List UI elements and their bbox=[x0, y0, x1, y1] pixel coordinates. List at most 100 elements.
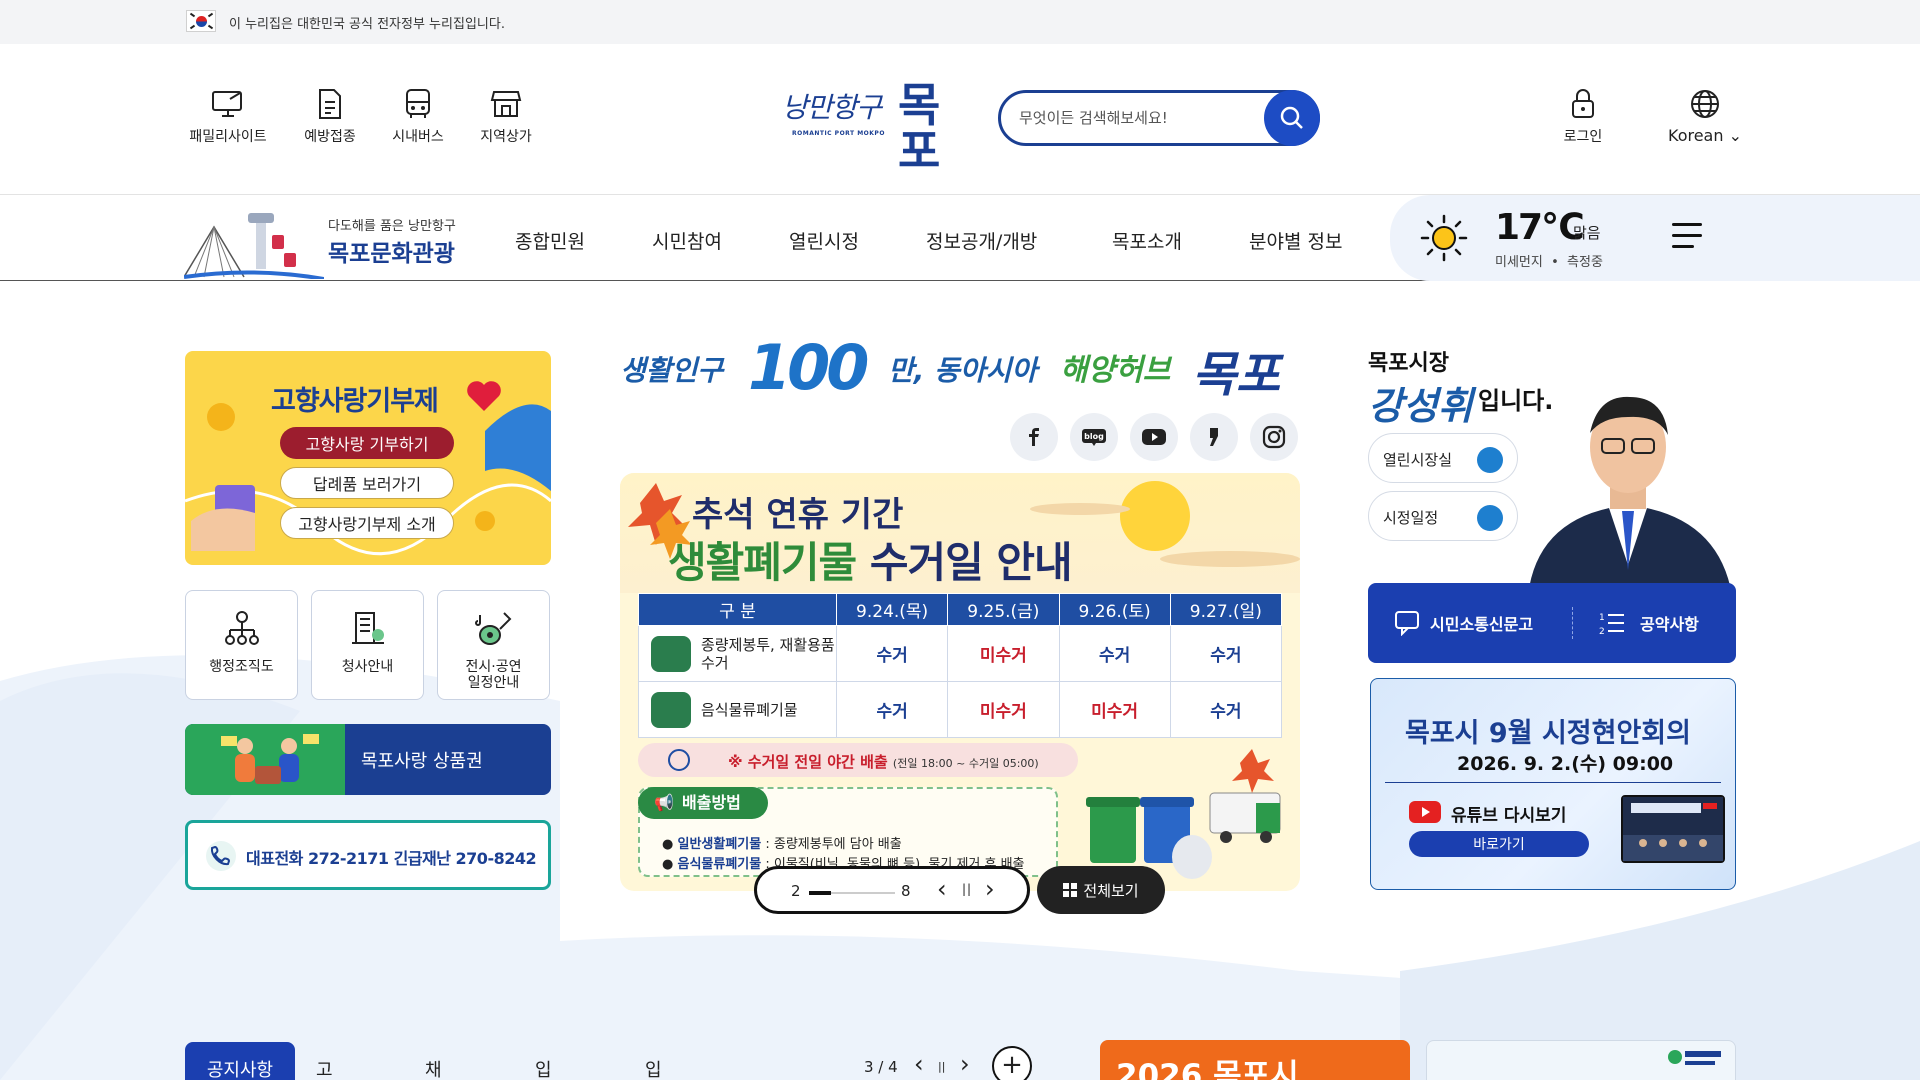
search-input[interactable] bbox=[1019, 106, 1249, 130]
phone-banner: 대표전화 272-2171 긴급재난 270-8242 bbox=[185, 820, 551, 890]
weather-dust: 미세먼지 • 측정중 bbox=[1495, 255, 1603, 270]
tour-link[interactable]: 다도해를 품은 낭만항구 목포문화관광 bbox=[184, 207, 484, 279]
people-illustration-icon bbox=[221, 734, 319, 784]
util-label: 시내버스 bbox=[392, 129, 444, 145]
pause-icon[interactable]: || bbox=[962, 882, 972, 896]
promo-card-right[interactable] bbox=[1426, 1040, 1736, 1080]
tab-announcement[interactable]: 고시공고 bbox=[316, 1042, 333, 1080]
voucher-banner[interactable]: 목포사랑 상품권 bbox=[185, 724, 551, 795]
speech-bubble-icon bbox=[1395, 611, 1419, 636]
tower-illustration-icon bbox=[184, 213, 324, 279]
gov-banner-text[interactable]: 이 누리집은 대한민국 공식 전자정부 누리집입니다. bbox=[229, 13, 505, 32]
sun-icon bbox=[1420, 214, 1468, 262]
meeting-banner: 목포시 9월 시정현안회의 2026. 9. 2.(수) 09:00 유튜브 다… bbox=[1370, 678, 1736, 890]
pledges-link[interactable]: 공약사항 bbox=[1640, 611, 1699, 635]
collection-schedule-table: 구 분 9.24.(목) 9.25.(금) 9.26.(토) 9.27.(일) … bbox=[638, 593, 1283, 738]
table-cell: 수거 bbox=[835, 625, 949, 682]
table-row: 음식물류폐기물 수거 미수거 미수거 수거 bbox=[638, 681, 1283, 738]
table-header: 9.27.(일) bbox=[1169, 593, 1283, 626]
util-family-site[interactable]: 패밀리사이트 bbox=[183, 86, 273, 146]
facebook-icon[interactable] bbox=[1010, 413, 1058, 461]
open-mayor-office-link[interactable]: 열린시장실 bbox=[1368, 433, 1518, 483]
menu-participation[interactable]: 시민참여 bbox=[652, 227, 722, 254]
tab-legislation[interactable]: 입법예고 bbox=[535, 1042, 552, 1080]
util-label: 예방접종 bbox=[304, 129, 356, 145]
table-header: 구 분 bbox=[638, 593, 837, 626]
civic-links-bar: 시민소통신문고 12 공약사항 bbox=[1368, 583, 1736, 663]
promo-card-2026[interactable]: 2026 목포시 bbox=[1100, 1040, 1410, 1080]
korea-flag-icon bbox=[186, 10, 216, 32]
more-plus-button[interactable]: + bbox=[992, 1046, 1032, 1080]
util-vaccination[interactable]: 예방접종 bbox=[285, 86, 375, 146]
slider-pager: 2 8 ‹ || › bbox=[754, 866, 1030, 914]
blog-icon[interactable]: blog bbox=[1070, 413, 1118, 461]
language-select[interactable]: Korean ⌄ bbox=[1650, 86, 1760, 145]
method-line: ● 일반생활폐기물 : 종량제봉투에 담아 배출 bbox=[662, 837, 902, 852]
guitar-icon bbox=[474, 612, 511, 645]
mayor-schedule-link[interactable]: 시정일정 bbox=[1368, 491, 1518, 541]
donation-intro-button[interactable]: 고향사랑기부제 소개 bbox=[280, 507, 454, 539]
tour-title: 목포문화관광 bbox=[328, 241, 455, 267]
recycle-bag-icon bbox=[651, 636, 691, 672]
slogan-part3: 해양허브 bbox=[1060, 353, 1171, 388]
row-label: 음식물류폐기물 bbox=[638, 681, 837, 738]
quick-building[interactable]: 청사안내 bbox=[311, 590, 424, 700]
search-button[interactable] bbox=[1264, 90, 1320, 146]
kakao-story-icon[interactable] bbox=[1190, 413, 1238, 461]
quick-org-chart[interactable]: 행정조직도 bbox=[185, 590, 298, 700]
util-label: 패밀리사이트 bbox=[189, 129, 267, 145]
menu-info-open[interactable]: 정보공개/개방 bbox=[926, 227, 1037, 254]
menu-about[interactable]: 목포소개 bbox=[1112, 227, 1182, 254]
instagram-icon[interactable] bbox=[1250, 413, 1298, 461]
next-arrow-icon[interactable]: › bbox=[985, 875, 995, 903]
tabs-next-icon[interactable]: › bbox=[960, 1050, 970, 1078]
menu-civil[interactable]: 종합민원 bbox=[515, 227, 585, 254]
slogan-number: 100 bbox=[748, 331, 869, 404]
tab-recruitment[interactable]: 채용공고 bbox=[425, 1042, 442, 1080]
alarm-clock-icon bbox=[668, 749, 690, 771]
phone-label: 대표전화 272-2171 긴급재난 270-8242 bbox=[246, 849, 537, 868]
arrow-up-right-icon bbox=[1477, 505, 1503, 531]
mayor-name: 강성휘 bbox=[1368, 383, 1473, 428]
util-label: 지역상가 bbox=[480, 129, 532, 145]
meeting-thumbnail[interactable] bbox=[1621, 795, 1725, 863]
prev-arrow-icon[interactable]: ‹ bbox=[937, 875, 947, 903]
row-label: 종량제봉투, 재활용품 수거 bbox=[638, 625, 837, 682]
view-all-button[interactable]: 전체보기 bbox=[1037, 866, 1165, 914]
meeting-title: 목포시 9월 시정현안회의 bbox=[1405, 718, 1691, 749]
login-button[interactable]: 로그인 bbox=[1538, 86, 1628, 146]
util-local-stores[interactable]: 지역상가 bbox=[461, 86, 551, 146]
civic-petition-link[interactable]: 시민소통신문고 bbox=[1430, 611, 1533, 635]
menu-open-admin[interactable]: 열린시정 bbox=[789, 227, 859, 254]
tab-notice[interactable]: 공지사항 bbox=[185, 1042, 295, 1080]
main-slider-banner[interactable]: 추석 연휴 기간 생활폐기물 수거일 안내 구 분 9.24.(목) 9.25.… bbox=[620, 473, 1300, 891]
tabs-pause-icon[interactable]: || bbox=[938, 1060, 945, 1073]
logo-sub: ROMANTIC PORT MOKPO bbox=[792, 130, 885, 137]
go-button[interactable]: 바로가기 bbox=[1409, 831, 1589, 857]
city-slogan: 생활인구 100 만, 동아시아 해양허브 목포 bbox=[620, 331, 1300, 404]
util-city-bus[interactable]: 시내버스 bbox=[373, 86, 463, 146]
weather-condition: 맑음 bbox=[1573, 224, 1601, 242]
quick-label: 청사안내 bbox=[341, 659, 394, 675]
youtube-replay-label: 유튜브 다시보기 bbox=[1451, 806, 1567, 826]
pager-current: 2 bbox=[791, 882, 801, 900]
slogan-part4: 목포 bbox=[1192, 347, 1281, 403]
table-header: 9.24.(목) bbox=[835, 593, 949, 626]
youtube-icon[interactable] bbox=[1130, 413, 1178, 461]
food-waste-bin-icon bbox=[651, 692, 691, 728]
mokpo-emblem-icon bbox=[1668, 1050, 1721, 1065]
donate-button[interactable]: 고향사랑 기부하기 bbox=[280, 427, 454, 459]
search-box bbox=[998, 90, 1320, 146]
menu-field-info[interactable]: 분야별 정보 bbox=[1249, 227, 1342, 254]
table-cell: 미수거 bbox=[1058, 681, 1171, 738]
org-chart-icon bbox=[224, 611, 259, 645]
table-cell: 수거 bbox=[1169, 681, 1283, 738]
mokpo-logo[interactable]: 낭만항구 ROMANTIC PORT MOKPO 목포 bbox=[780, 80, 980, 174]
gifts-button[interactable]: 답례품 보러가기 bbox=[280, 467, 454, 499]
tab-bidding[interactable]: 입찰공고 bbox=[645, 1042, 662, 1080]
quick-performance[interactable]: 전시·공연 일정안내 bbox=[437, 590, 550, 700]
hamburger-menu-icon[interactable] bbox=[1672, 223, 1704, 249]
svg-text:blog: blog bbox=[1084, 432, 1104, 441]
tabs-prev-icon[interactable]: ‹ bbox=[914, 1050, 924, 1078]
quick-label: 전시·공연 일정안내 bbox=[465, 659, 522, 692]
